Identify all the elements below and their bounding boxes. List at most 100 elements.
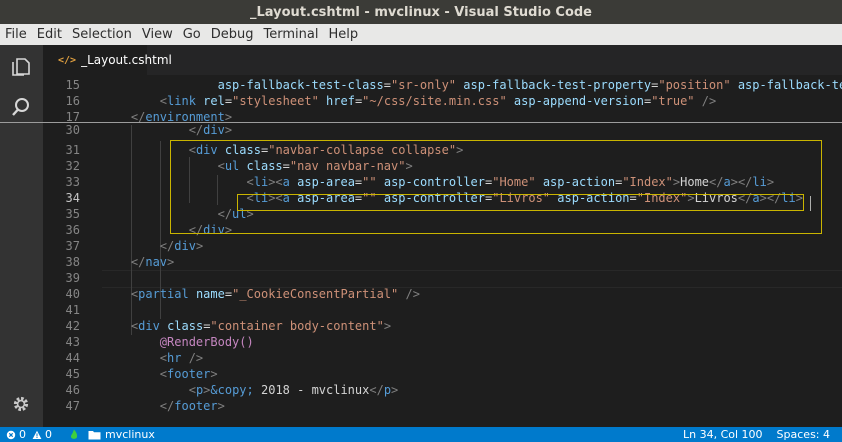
explorer-icon[interactable]: [10, 56, 32, 78]
gear-icon[interactable]: [10, 393, 32, 415]
line-number: 46: [65, 383, 80, 397]
menu-help[interactable]: Help: [323, 27, 363, 42]
code-token: </: [188, 123, 204, 137]
menu-terminal[interactable]: Terminal: [259, 27, 324, 42]
code-token: link: [167, 94, 196, 108]
title-bar: _Layout.cshtml - mvclinux - Visual Studi…: [0, 0, 842, 24]
code-token: >: [195, 239, 204, 253]
code-token: <: [159, 351, 168, 365]
folder-name: mvclinux: [105, 428, 155, 441]
code-token: "_CookieConsentPartial": [232, 287, 399, 301]
code-line[interactable]: 30 </div>: [43, 122, 842, 138]
code-editor[interactable]: 15 asp-fallback-test-class="sr-only" asp…: [43, 75, 842, 427]
menu-debug[interactable]: Debug: [206, 27, 259, 42]
line-number: 31: [65, 143, 80, 157]
code-token: </: [159, 399, 175, 413]
code-line[interactable]: 16 <link rel="stylesheet" href="~/css/si…: [43, 93, 842, 109]
tab-label: _Layout.cshtml: [81, 53, 172, 67]
code-token: div: [174, 239, 196, 253]
menu-selection[interactable]: Selection: [67, 27, 137, 42]
code-text: <p>&copy; 2018 - mvclinux</p>: [102, 382, 399, 398]
warning-count: 0: [45, 428, 52, 441]
line-number: 47: [65, 399, 80, 413]
code-token: >: [224, 123, 233, 137]
tab-layout-cshtml[interactable]: </> _Layout.cshtml: [43, 45, 172, 75]
window-title: _Layout.cshtml - mvclinux - Visual Studi…: [250, 4, 592, 20]
code-token: "container body-content": [210, 319, 384, 333]
code-text: <hr />: [102, 350, 203, 366]
code-text: <div class="container body-content">: [102, 318, 391, 334]
code-token: "true": [651, 94, 695, 108]
line-number: 30: [65, 123, 80, 137]
code-line[interactable]: 47 </footer>: [43, 398, 842, 414]
code-line[interactable]: 45 <footer>: [43, 366, 842, 382]
code-line[interactable]: 37 </div>: [43, 238, 842, 254]
workspace-folder[interactable]: mvclinux: [88, 428, 155, 441]
code-token: <: [159, 367, 168, 381]
code-text: @RenderBody(): [102, 334, 254, 350]
line-number: 41: [65, 303, 80, 317]
code-line[interactable]: 44 <hr />: [43, 350, 842, 366]
code-line[interactable]: 40 <partial name="_CookieConsentPartial"…: [43, 286, 842, 302]
menu-go[interactable]: Go: [178, 27, 206, 42]
code-text: </footer>: [102, 398, 225, 414]
code-token: div: [203, 123, 225, 137]
code-line[interactable]: 15 asp-fallback-test-class="sr-only" asp…: [43, 77, 842, 93]
line-number: 32: [65, 159, 80, 173]
code-line[interactable]: 41: [43, 302, 842, 318]
indentation[interactable]: Spaces: 4: [777, 428, 830, 441]
code-token: asp-fallback-test-class: [217, 78, 384, 92]
code-text: </div>: [102, 238, 203, 254]
cursor-position[interactable]: Ln 34, Col 100: [683, 428, 763, 441]
code-line[interactable]: 42 <div class="container body-content">: [43, 318, 842, 334]
code-token: "stylesheet": [232, 94, 319, 108]
code-line[interactable]: 43 @RenderBody(): [43, 334, 842, 350]
menu-file[interactable]: File: [0, 27, 32, 42]
menu-edit[interactable]: Edit: [32, 27, 67, 42]
code-token: nav: [145, 255, 168, 269]
search-icon[interactable]: [10, 96, 32, 118]
code-token: class: [167, 319, 204, 333]
code-token: asp-append-version: [513, 94, 644, 108]
code-token: </: [369, 383, 384, 397]
line-number: 39: [65, 271, 80, 285]
menu-view[interactable]: View: [137, 27, 178, 42]
line-number: 33: [65, 175, 80, 189]
code-token: >: [167, 255, 175, 269]
problems-indicator[interactable]: 0 0: [6, 428, 52, 441]
code-line[interactable]: 39: [43, 270, 842, 286]
html-file-icon: </>: [58, 54, 77, 66]
code-text: </div>: [102, 122, 232, 138]
line-number: 35: [65, 207, 80, 221]
line-number: 37: [65, 239, 80, 253]
line-number: 44: [65, 351, 80, 365]
code-token: >: [210, 367, 218, 381]
line-number: 36: [65, 223, 80, 237]
code-token: href: [326, 94, 355, 108]
code-line[interactable]: 46 <p>&copy; 2018 - mvclinux</p>: [43, 382, 842, 398]
live-indicator[interactable]: [70, 429, 78, 441]
code-token: partial: [138, 287, 189, 301]
code-token: name: [195, 287, 225, 301]
code-line[interactable]: 38 </nav>: [43, 254, 842, 270]
line-number: 16: [65, 94, 80, 108]
tab-bar: </> _Layout.cshtml: [43, 45, 842, 75]
code-token: =: [224, 94, 233, 108]
error-count: 0: [19, 428, 26, 441]
code-token: &copy;: [210, 383, 254, 397]
code-token: footer: [174, 399, 218, 413]
code-token: />: [398, 287, 420, 301]
